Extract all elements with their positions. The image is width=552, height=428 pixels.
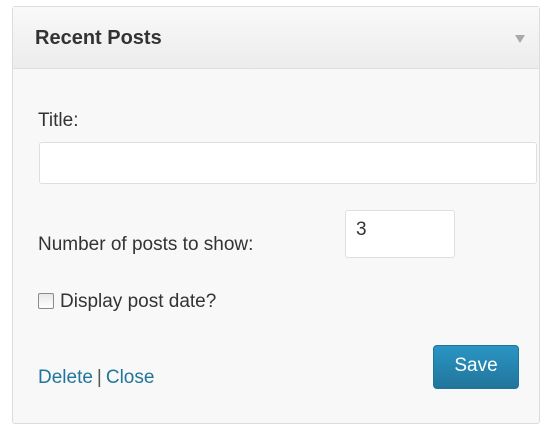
title-input[interactable] [39, 142, 537, 184]
number-of-posts-label: Number of posts to show: [38, 234, 254, 255]
triangle-down-icon[interactable] [515, 35, 525, 43]
widget-title: Recent Posts [35, 27, 162, 49]
recent-posts-widget: Recent Posts Title: Number of posts to s… [12, 6, 540, 424]
close-link[interactable]: Close [106, 367, 155, 388]
display-date-label[interactable]: Display post date? [60, 291, 216, 313]
widget-header[interactable]: Recent Posts [13, 7, 539, 69]
display-date-row: Display post date? [38, 291, 216, 313]
widget-actions: Delete | Close [38, 367, 154, 389]
number-of-posts-input[interactable] [345, 210, 455, 258]
save-button[interactable]: Save [433, 345, 519, 389]
action-separator: | [96, 367, 102, 388]
widget-form: Title: Number of posts to show: Display … [13, 69, 539, 423]
title-label: Title: [38, 110, 79, 131]
display-date-checkbox[interactable] [38, 293, 54, 309]
delete-link[interactable]: Delete [38, 367, 93, 388]
